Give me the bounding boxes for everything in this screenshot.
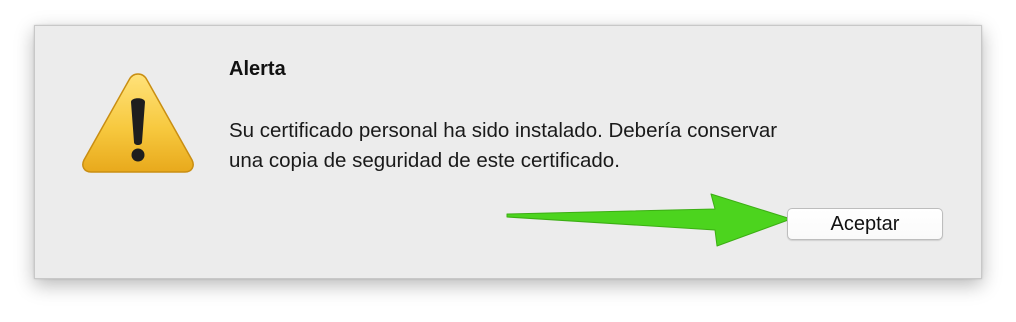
- message-line-2: una copia de seguridad de este certifica…: [229, 149, 620, 172]
- accept-button[interactable]: Aceptar: [787, 208, 943, 240]
- page: Alerta Su certificado personal ha sido i…: [0, 0, 1016, 322]
- dialog-title: Alerta: [229, 58, 286, 80]
- warning-icon: [82, 73, 194, 173]
- dialog-message: Su certificado personal ha sido instalad…: [229, 116, 959, 176]
- alert-dialog: Alerta Su certificado personal ha sido i…: [34, 25, 982, 279]
- arrow-icon: [506, 193, 792, 247]
- message-line-1: Su certificado personal ha sido instalad…: [229, 119, 778, 142]
